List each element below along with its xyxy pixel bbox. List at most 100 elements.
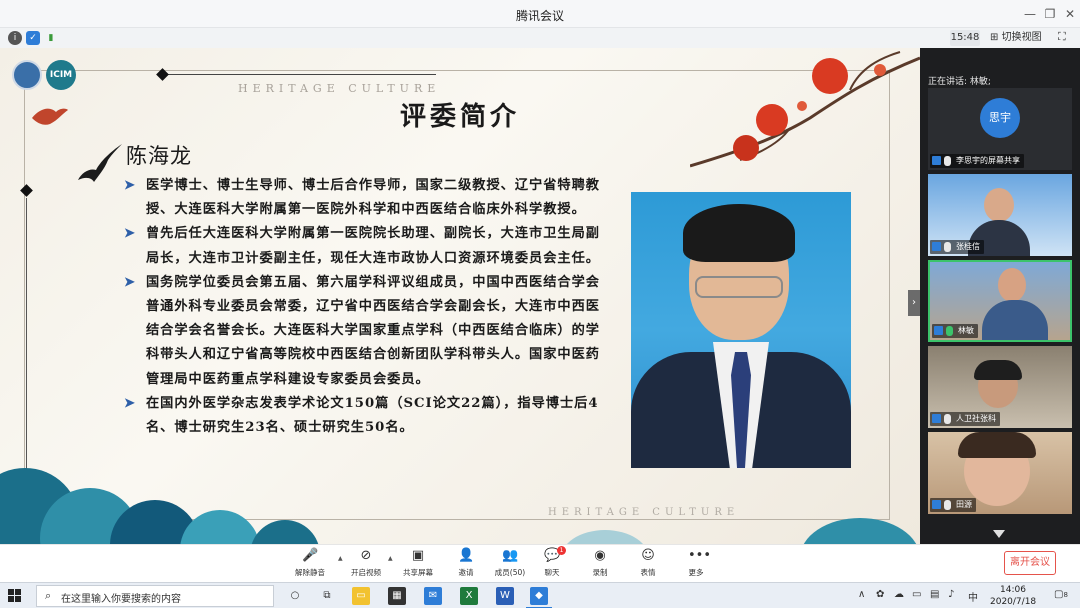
title-bar: 腾讯会议 — ❐ ✕	[0, 0, 1080, 28]
notification-count: 8	[1063, 591, 1068, 599]
video-options-caret[interactable]: ▲	[388, 555, 393, 562]
record-icon: ◉	[594, 548, 606, 563]
excel-icon[interactable]: X	[460, 587, 478, 605]
participant-video	[984, 188, 1014, 222]
participant-name: 田源	[956, 500, 972, 509]
audio-options-caret[interactable]: ▲	[338, 555, 343, 562]
participant-tile[interactable]: 田源	[928, 432, 1072, 514]
leave-meeting-button[interactable]: 离开会议	[1004, 551, 1056, 575]
clock-date: 2020/7/18	[990, 597, 1037, 607]
members-button[interactable]: 👥 成员(50)	[490, 548, 530, 578]
meeting-timer: 15:48	[950, 30, 980, 46]
invite-button[interactable]: 👤 邀请	[446, 548, 486, 578]
members-label: 成员(50)	[494, 568, 526, 577]
network-icon[interactable]: ▤	[930, 589, 939, 600]
participant-tile[interactable]: 张桂信	[928, 174, 1072, 256]
unmute-button[interactable]: 🎤 解除静音	[290, 548, 330, 578]
shared-screen: ICIM HERITAGE CULTURE 评委简介 陈海龙 ➤ 医学博士、博士生…	[0, 48, 920, 544]
participant-name-tag: 张桂信	[930, 240, 984, 254]
bio-item: ➤ 医学博士、博士生导师、博士后合作导师，国家二级教授、辽宁省特聘教授、大连医科大…	[122, 174, 614, 222]
cortana-icon[interactable]: ○	[286, 587, 304, 605]
slide-heading: 评委简介	[400, 102, 521, 132]
collapse-panel-handle[interactable]: ›	[908, 290, 920, 316]
mic-icon	[944, 242, 951, 252]
user-icon	[932, 242, 941, 251]
participant-name-tag: 田源	[930, 498, 976, 512]
switch-view-button[interactable]: ⊞ 切换视图	[990, 30, 1042, 46]
emoji-button[interactable]: ☺ 表情	[628, 548, 668, 578]
share-screen-button[interactable]: ▣ 共享屏幕	[398, 548, 438, 578]
scroll-down-icon[interactable]	[993, 530, 1005, 538]
notification-icon[interactable]: ▢8	[1054, 589, 1068, 600]
taskbar-clock[interactable]: 14:06 2020/7/18	[990, 584, 1036, 608]
emoji-label: 表情	[640, 568, 656, 577]
wave-ornament	[560, 530, 650, 544]
chat-label: 聊天	[544, 568, 560, 577]
invite-icon: 👤	[458, 548, 475, 563]
participant-name: 张桂信	[956, 242, 980, 251]
bio-item: ➤ 在国内外医学杂志发表学术论文150篇（SCI论文22篇），指导博士后4名、博士…	[122, 392, 614, 440]
heritage-caption-bottom: HERITAGE CULTURE	[548, 507, 740, 518]
arrow-bullet-icon: ➤	[124, 274, 136, 290]
taskbar-search[interactable]: ⌕ 在这里输入你要搜索的内容	[36, 585, 274, 607]
swallow-icon	[78, 144, 122, 182]
meeting-info-bar: i ✓ ▮ 15:48 ⊞ 切换视图 ⛶	[0, 28, 1080, 48]
participant-video-body	[982, 300, 1048, 340]
mic-muted-icon: 🎤	[302, 548, 319, 563]
arrow-bullet-icon: ➤	[124, 395, 136, 411]
chat-badge: 1	[557, 546, 566, 555]
shield-icon[interactable]: ✓	[26, 31, 40, 45]
window-title: 腾讯会议	[515, 9, 564, 23]
chat-button[interactable]: 💬 1 聊天	[532, 546, 572, 578]
bio-text: 在国内外医学杂志发表学术论文150篇（SCI论文22篇），指导博士后4名、博士研…	[146, 395, 599, 436]
top-divider	[166, 74, 436, 75]
minimize-button[interactable]: —	[1020, 5, 1040, 23]
screen-share-icon	[944, 156, 951, 166]
ime-indicator[interactable]: 中	[968, 589, 978, 604]
judge-portrait	[631, 192, 851, 468]
fullscreen-icon[interactable]: ⛶	[1058, 30, 1066, 44]
tray-expand-icon[interactable]: ∧	[858, 589, 865, 600]
members-icon: 👥	[502, 548, 519, 563]
windows-start-icon[interactable]	[8, 589, 22, 603]
heritage-caption-top: HERITAGE CULTURE	[238, 82, 441, 95]
maximize-button[interactable]: ❐	[1040, 5, 1060, 23]
start-video-button[interactable]: ⊘ 开启视频	[346, 548, 386, 578]
grid-icon: ⊞	[990, 32, 999, 43]
participant-tile[interactable]: 人卫社张科	[928, 346, 1072, 428]
cloud-icon[interactable]: ☁	[894, 589, 904, 600]
user-icon	[932, 500, 941, 509]
bio-text: 国务院学位委员会第五届、第六届学科评议组成员，中国中西医结合学会普通外科专业委员…	[146, 274, 600, 387]
signal-icon[interactable]: ▮	[44, 31, 58, 45]
participant-tile[interactable]: 林敏	[928, 260, 1072, 342]
task-view-icon[interactable]: ⧉	[318, 587, 336, 605]
plum-blossom-branch	[690, 51, 920, 168]
file-explorer-icon[interactable]: ▭	[352, 587, 370, 605]
volume-icon[interactable]: ♪	[948, 589, 954, 600]
more-button[interactable]: ••• 更多	[676, 548, 716, 578]
wave-ornament	[800, 518, 920, 544]
participant-tile[interactable]: 思宇 李思宇的屏幕共享	[928, 88, 1072, 170]
university-logo	[12, 60, 42, 90]
participant-video	[998, 268, 1026, 302]
record-button[interactable]: ◉ 录制	[580, 548, 620, 578]
bio-item: ➤ 曾先后任大连医科大学附属第一医院院长助理、副院长，大连市卫生局副局长，大连市卫…	[122, 222, 614, 270]
participant-name: 人卫社张科	[956, 414, 996, 423]
word-icon[interactable]: W	[496, 587, 514, 605]
avatar: 思宇	[980, 98, 1020, 138]
tencent-meeting-icon[interactable]: ◆	[526, 587, 552, 608]
screen-share-icon: ▣	[411, 548, 425, 563]
portrait-hair	[683, 204, 795, 262]
mail-icon[interactable]: ✉	[424, 587, 442, 605]
bio-item: ➤ 国务院学位委员会第五届、第六届学科评议组成员，中国中西医结合学会普通外科专业委…	[122, 271, 614, 392]
tray-app-icon[interactable]: ✿	[876, 589, 884, 600]
unmute-label: 解除静音	[295, 568, 325, 577]
mic-icon	[944, 414, 951, 424]
mic-active-icon	[946, 326, 953, 336]
battery-icon[interactable]: ▭	[912, 589, 921, 600]
arrow-bullet-icon: ➤	[124, 178, 136, 193]
info-icon[interactable]: i	[8, 31, 22, 45]
user-icon	[934, 326, 943, 335]
store-icon[interactable]: ▦	[388, 587, 406, 605]
close-button[interactable]: ✕	[1060, 5, 1080, 23]
